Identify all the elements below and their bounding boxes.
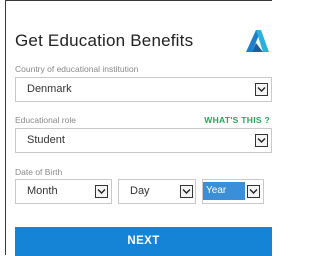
- day-value: Day: [130, 185, 150, 197]
- whats-this-link[interactable]: WHAT'S THIS ?: [204, 115, 270, 125]
- year-value: Year: [203, 182, 245, 200]
- education-benefits-card: Get Education Benefits Country of educat…: [5, 0, 272, 256]
- next-button[interactable]: NEXT: [15, 227, 272, 256]
- day-select[interactable]: Day: [118, 179, 196, 204]
- chevron-down-icon[interactable]: [255, 134, 268, 147]
- role-label: Educational role: [15, 115, 76, 125]
- role-select[interactable]: Student: [15, 128, 272, 153]
- autodesk-logo-icon: [246, 30, 269, 52]
- chevron-down-icon[interactable]: [180, 185, 193, 198]
- chevron-down-icon[interactable]: [95, 185, 108, 198]
- dob-label: Date of Birth: [15, 167, 63, 177]
- chevron-down-icon[interactable]: [247, 185, 260, 198]
- country-select[interactable]: Denmark: [15, 77, 272, 102]
- month-select[interactable]: Month: [15, 179, 112, 204]
- month-value: Month: [27, 185, 58, 197]
- form-title: Get Education Benefits: [15, 31, 194, 50]
- year-select[interactable]: Year: [202, 179, 264, 204]
- country-value: Denmark: [27, 83, 72, 95]
- role-value: Student: [27, 134, 65, 146]
- country-label: Country of educational institution: [15, 64, 139, 74]
- chevron-down-icon[interactable]: [255, 83, 268, 96]
